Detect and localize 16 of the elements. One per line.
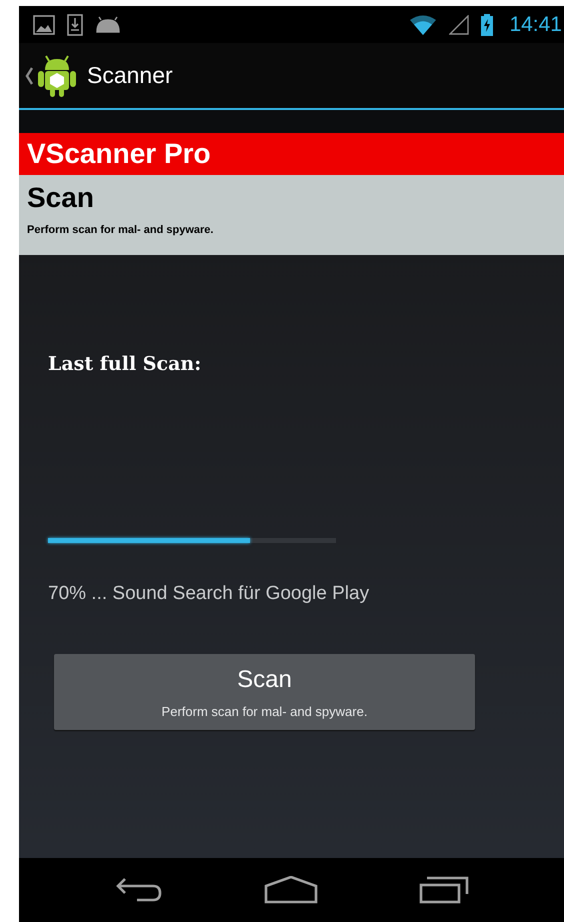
section-title: Scan <box>27 182 95 214</box>
picture-icon <box>33 14 55 34</box>
android-robot-icon[interactable] <box>37 54 77 98</box>
download-icon <box>67 14 83 36</box>
screen-title: Scanner <box>87 62 173 89</box>
wifi-icon <box>409 14 438 36</box>
progress-status: 70% ... Sound Search für Google Play <box>48 583 370 605</box>
battery-icon <box>481 14 494 36</box>
scan-button[interactable]: Scan Perform scan for mal- and spyware. <box>54 654 475 730</box>
signal-icon <box>449 14 470 34</box>
section-subtitle: Perform scan for mal- and spyware. <box>27 224 214 236</box>
android-icon <box>95 16 121 34</box>
last-scan-label: Last full Scan: <box>48 353 202 375</box>
clock-time: 14:41 <box>509 12 562 36</box>
up-caret-icon[interactable] <box>25 66 33 84</box>
app-name-banner: VScanner Pro <box>19 133 564 175</box>
